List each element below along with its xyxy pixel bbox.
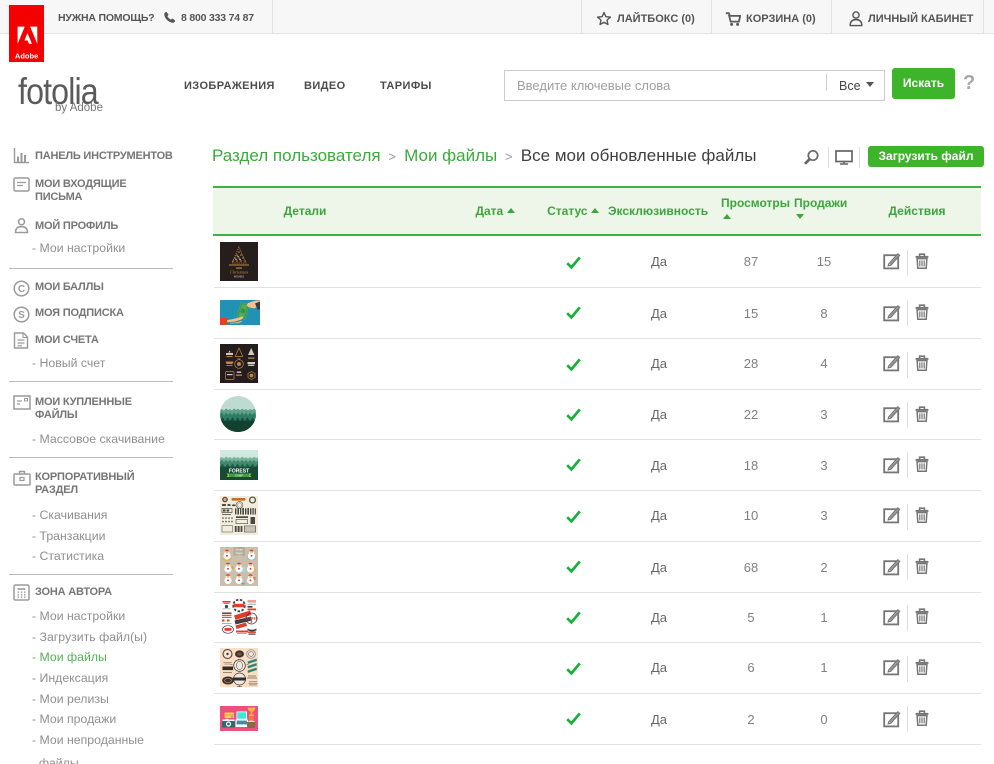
svg-text:C: C xyxy=(18,284,25,295)
svg-text:COFFEE: COFFEE xyxy=(245,617,258,621)
svg-text:Claus: Claus xyxy=(236,551,244,555)
svg-text:Christmas: Christmas xyxy=(230,270,249,275)
svg-text:WISHES: WISHES xyxy=(234,275,245,279)
svg-text:CAMP: CAMP xyxy=(235,473,243,477)
svg-text:Adobe: Adobe xyxy=(15,52,38,61)
svg-text:S: S xyxy=(18,310,25,321)
